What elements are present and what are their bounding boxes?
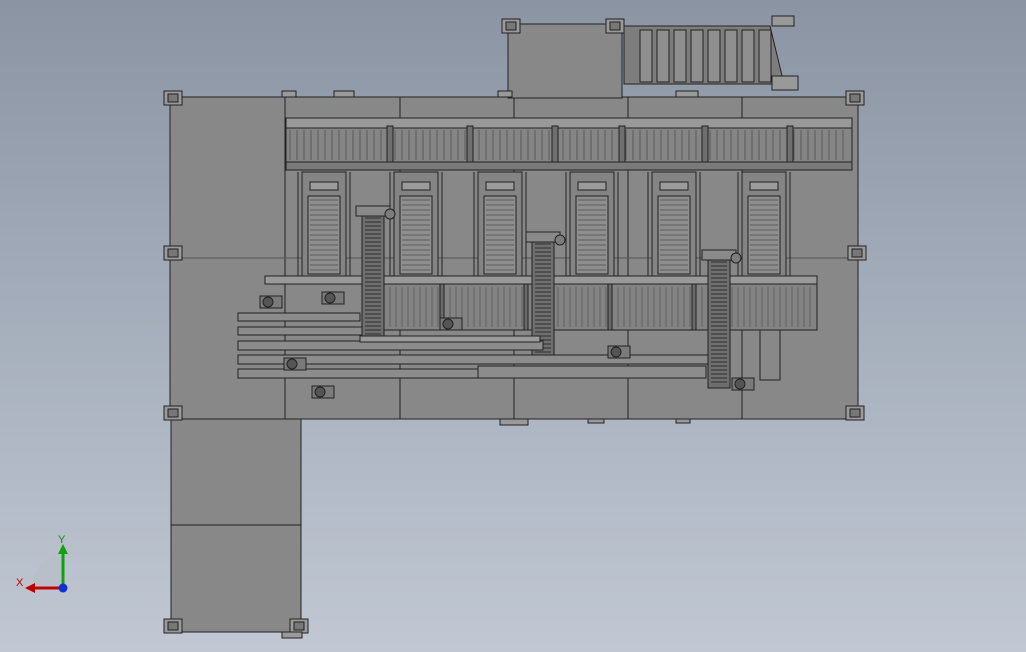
riser-motor — [554, 234, 566, 246]
conveyor-slat — [690, 29, 704, 83]
drive-motor — [439, 317, 463, 331]
motor-fan — [324, 292, 336, 304]
bracket-plate — [167, 621, 179, 631]
motor-fan — [262, 296, 274, 308]
lane-sensor — [659, 181, 689, 191]
sorting-lane — [737, 171, 791, 277]
drive-motor — [259, 295, 283, 309]
motor-fan — [610, 346, 622, 358]
riser-motor — [384, 208, 396, 220]
sorting-lane — [297, 171, 351, 277]
lane-sensor — [485, 181, 515, 191]
bracket-plate — [609, 21, 621, 31]
x-axis-label: X — [16, 577, 24, 589]
conveyor-slat — [758, 29, 772, 83]
conveyor-slat — [639, 29, 653, 83]
zone-divider — [691, 283, 697, 331]
lower-left-platform — [170, 418, 302, 633]
zone-divider — [523, 283, 529, 331]
lane-sensor — [577, 181, 607, 191]
sorting-lane — [473, 171, 527, 277]
drive-motor — [731, 377, 755, 391]
bracket-plate — [505, 21, 517, 31]
bracket-plate — [167, 93, 179, 103]
inclined-conveyor — [623, 15, 799, 91]
conveyor-slat — [724, 29, 738, 83]
motor-fan — [286, 358, 298, 370]
drive-motor — [607, 345, 631, 359]
bracket-plate — [849, 408, 861, 418]
y-axis-label: Y — [58, 534, 66, 546]
cad-viewport[interactable]: X Y — [0, 0, 1026, 652]
drive-motor — [283, 357, 307, 371]
drive-motor — [321, 291, 345, 305]
conveyor-slat — [673, 29, 687, 83]
lane-sensor — [749, 181, 779, 191]
sorting-lane — [647, 171, 701, 277]
sorting-lane — [389, 171, 443, 277]
motor-fan — [314, 386, 326, 398]
motor-fan — [442, 318, 454, 330]
bracket-plate — [851, 248, 863, 258]
drive-motor — [311, 385, 335, 399]
bracket-plate — [293, 621, 305, 631]
conveyor-slat — [707, 29, 721, 83]
motor-fan — [734, 378, 746, 390]
riser-motor — [730, 252, 742, 264]
bracket-plate — [849, 93, 861, 103]
bracket-plate — [167, 408, 179, 418]
cad-scene: X Y — [16, 15, 867, 639]
header-conveyor — [285, 117, 853, 171]
bracket-plate — [167, 248, 179, 258]
zone-divider — [607, 283, 613, 331]
axis-triad: X Y — [16, 534, 68, 593]
conveyor-slat — [741, 29, 755, 83]
lane-sensor — [309, 181, 339, 191]
sorting-lane — [565, 171, 619, 277]
conveyor-slat — [656, 29, 670, 83]
top-block — [507, 23, 623, 99]
lane-sensor — [401, 181, 431, 191]
